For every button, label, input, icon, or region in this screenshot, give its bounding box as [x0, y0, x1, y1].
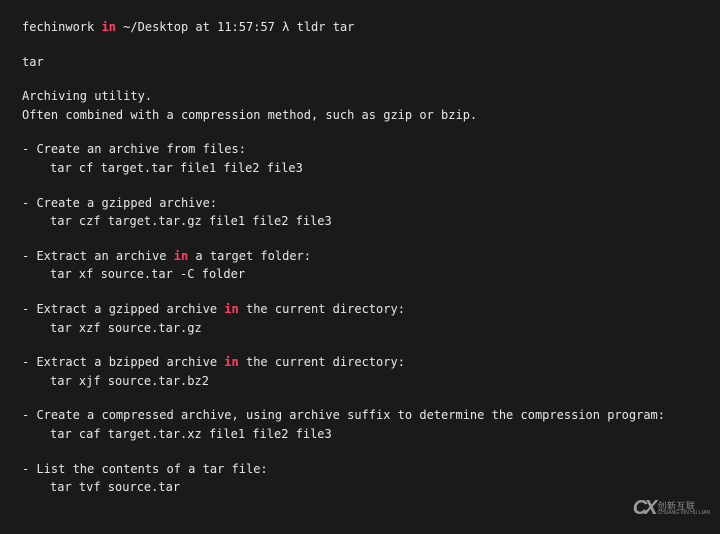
terminal-prompt: fechinwork in ~/Desktop at 11:57:57 λ tl… — [22, 18, 698, 37]
tldr-entry-command: tar caf target.tar.xz file1 file2 file3 — [22, 425, 698, 444]
tldr-entry: - Extract a bzipped archive in the curre… — [22, 353, 698, 390]
title-text: - Extract a bzipped archive — [22, 355, 224, 369]
tldr-entry-command: tar czf target.tar.gz file1 file2 file3 — [22, 212, 698, 231]
tldr-entry: - Create an archive from files: tar cf ta… — [22, 140, 698, 177]
description-line: Often combined with a compression method… — [22, 106, 698, 125]
keyword-highlight: in — [224, 355, 238, 369]
tldr-entry: - Extract a gzipped archive in the curre… — [22, 300, 698, 337]
tldr-entries: - Create an archive from files: tar cf ta… — [22, 140, 698, 496]
tldr-command-name: tar — [22, 53, 698, 72]
prompt-path: ~/Desktop at 11:57:57 — [123, 20, 275, 34]
watermark-logo: CX — [633, 493, 655, 524]
tldr-entry: - List the contents of a tar file: tar tv… — [22, 460, 698, 497]
title-text: the current directory: — [239, 302, 405, 316]
tldr-entry-command: tar xf source.tar -C folder — [22, 265, 698, 284]
tldr-entry-title: - Create a compressed archive, using arc… — [22, 406, 698, 425]
title-text: - Create a compressed archive, using arc… — [22, 408, 665, 422]
prompt-lambda: λ — [282, 20, 289, 34]
tldr-entry: - Create a compressed archive, using arc… — [22, 406, 698, 443]
tldr-entry-command: tar xjf source.tar.bz2 — [22, 372, 698, 391]
title-text: - Create an archive from files: — [22, 142, 246, 156]
title-text: a target folder: — [188, 249, 311, 263]
description-line: Archiving utility. — [22, 87, 698, 106]
tldr-entry-title: - Create an archive from files: — [22, 140, 698, 159]
tldr-entry: - Extract an archive in a target folder:… — [22, 247, 698, 284]
keyword-highlight: in — [174, 249, 188, 263]
tldr-entry-title: - List the contents of a tar file: — [22, 460, 698, 479]
tldr-entry-title: - Extract a bzipped archive in the curre… — [22, 353, 698, 372]
tldr-entry-command: tar cf target.tar file1 file2 file3 — [22, 159, 698, 178]
prompt-keyword-in: in — [101, 20, 115, 34]
title-text: - List the contents of a tar file: — [22, 462, 268, 476]
watermark-text-en: CHUANG XIN HU LIAN — [657, 511, 710, 516]
prompt-user: fechinwork — [22, 20, 94, 34]
title-text: - Extract a gzipped archive — [22, 302, 224, 316]
tldr-entry: - Create a gzipped archive: tar czf targe… — [22, 194, 698, 231]
tldr-description: Archiving utility. Often combined with a… — [22, 87, 698, 124]
tldr-entry-title: - Extract a gzipped archive in the curre… — [22, 300, 698, 319]
title-text: - Extract an archive — [22, 249, 174, 263]
title-text: the current directory: — [239, 355, 405, 369]
tldr-entry-command: tar tvf source.tar — [22, 478, 698, 497]
tldr-entry-title: - Extract an archive in a target folder: — [22, 247, 698, 266]
watermark: CX 创新互联 CHUANG XIN HU LIAN — [633, 493, 710, 524]
tldr-entry-title: - Create a gzipped archive: — [22, 194, 698, 213]
title-text: - Create a gzipped archive: — [22, 196, 217, 210]
keyword-highlight: in — [224, 302, 238, 316]
tldr-entry-command: tar xzf source.tar.gz — [22, 319, 698, 338]
prompt-command: tldr tar — [297, 20, 355, 34]
